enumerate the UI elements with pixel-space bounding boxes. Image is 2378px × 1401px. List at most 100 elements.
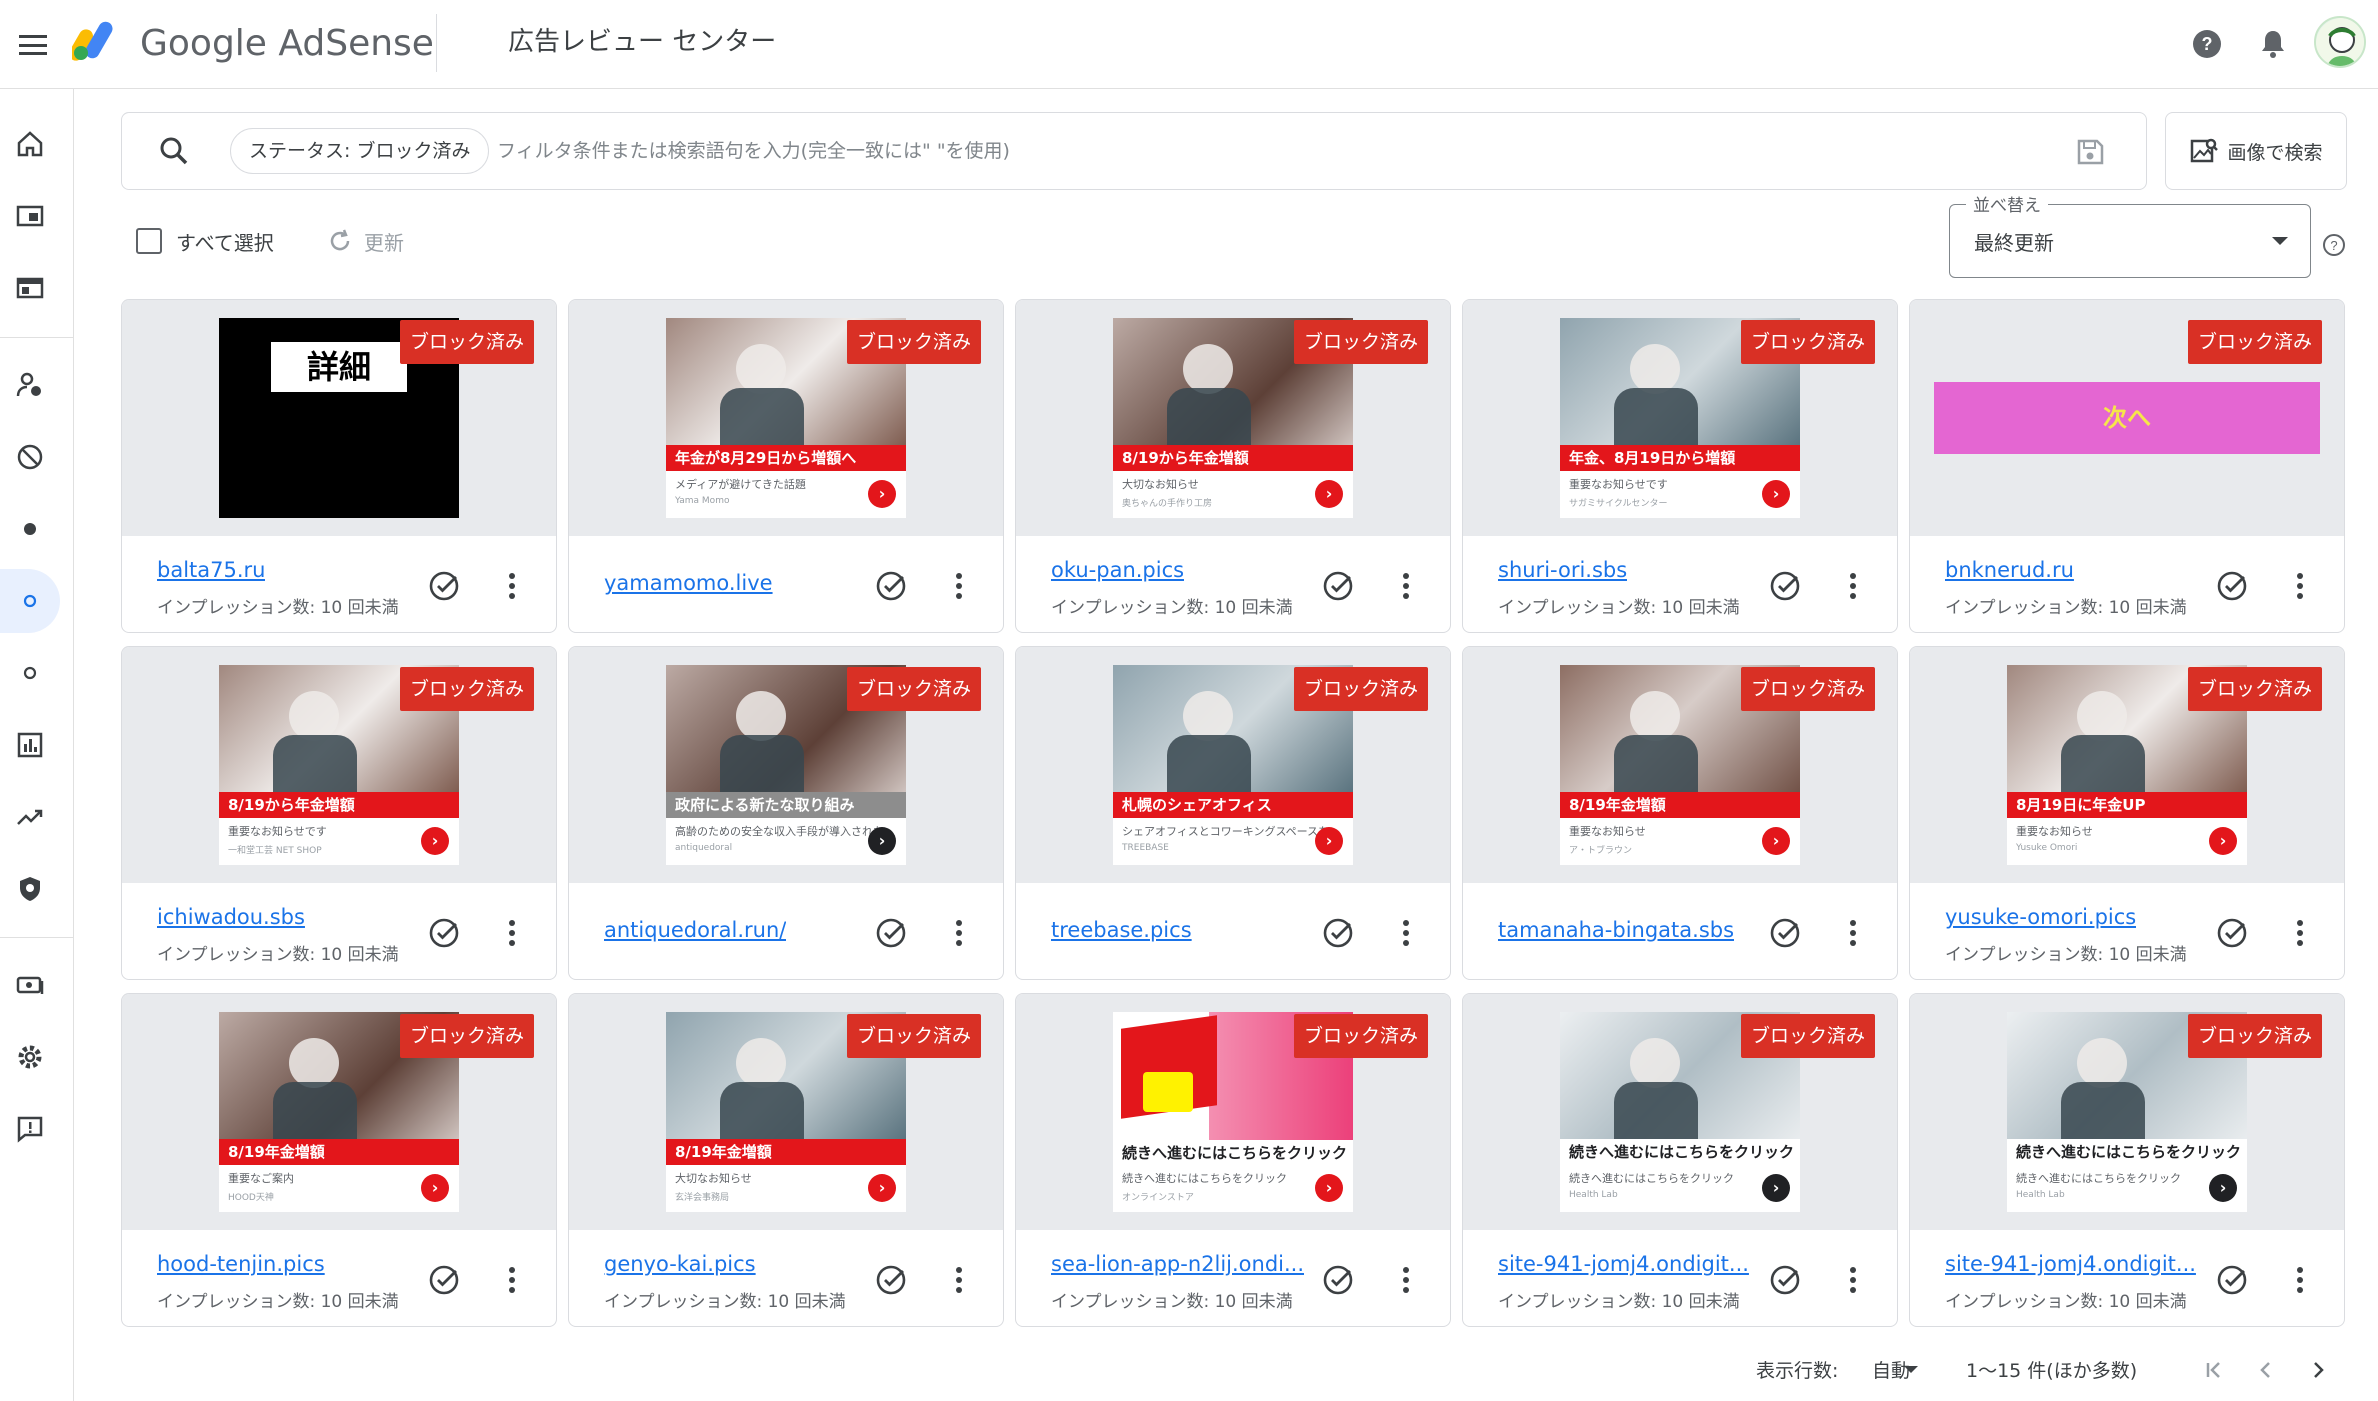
search-input[interactable] xyxy=(497,129,2047,173)
home-icon[interactable] xyxy=(0,112,60,176)
refresh-button[interactable]: 更新 xyxy=(326,221,404,261)
ad-preview[interactable]: 8/19年金増額 重要なご案内 HOOD天神 › ブロック済み xyxy=(122,994,556,1230)
feedback-icon[interactable] xyxy=(0,1097,60,1161)
more-options-icon[interactable] xyxy=(1835,566,1871,606)
more-options-icon[interactable] xyxy=(494,913,530,953)
more-options-icon[interactable] xyxy=(941,566,977,606)
more-options-icon[interactable] xyxy=(1388,913,1424,953)
ad-review-center-icon[interactable] xyxy=(0,569,60,633)
previous-page-icon[interactable] xyxy=(2248,1352,2284,1388)
ad-card[interactable]: 8/19年金増額 重要なお知らせ ア・トブラウン › ブロック済み tamanaha… xyxy=(1462,646,1898,980)
allow-ad-check-icon[interactable] xyxy=(424,913,464,953)
account-avatar[interactable] xyxy=(2314,16,2366,68)
allow-ad-check-icon[interactable] xyxy=(1765,1260,1805,1300)
sites-icon[interactable] xyxy=(0,184,60,248)
ad-card[interactable]: 8月19日に年金UP 重要なお知らせ Yusuke Omori › ブロック済み y… xyxy=(1909,646,2345,980)
more-options-icon[interactable] xyxy=(2282,1260,2318,1300)
reports-icon[interactable] xyxy=(0,713,60,777)
ad-preview[interactable]: 8/19から年金増額 大切なお知らせ 奥ちゃんの手作り工房 › ブロック済み xyxy=(1016,300,1450,536)
ad-preview[interactable]: 8/19年金増額 重要なお知らせ ア・トブラウン › ブロック済み xyxy=(1463,647,1897,883)
ad-preview[interactable]: 続きへ進むにはこちらをクリック 続きへ進むにはこちらをクリック オンラインストア… xyxy=(1016,994,1450,1230)
allow-ad-check-icon[interactable] xyxy=(871,1260,911,1300)
sort-select[interactable]: 並べ替え 最終更新 xyxy=(1949,191,2311,278)
sort-help-icon[interactable]: ? xyxy=(2321,232,2347,258)
ad-card[interactable]: 続きへ進むにはこちらをクリック 続きへ進むにはこちらをクリック Health L… xyxy=(1909,993,2345,1327)
notifications-icon[interactable] xyxy=(2250,21,2296,67)
ad-card[interactable]: 続きへ進むにはこちらをクリック 続きへ進むにはこちらをクリック オンラインストア… xyxy=(1015,993,1451,1327)
status-filter-chip[interactable]: ステータス: ブロック済み xyxy=(230,128,490,174)
ad-preview[interactable]: 詳細 ブロック済み xyxy=(122,300,556,536)
main-menu-icon[interactable] xyxy=(10,22,56,68)
ad-card[interactable]: 続きへ進むにはこちらをクリック 続きへ進むにはこちらをクリック Health L… xyxy=(1462,993,1898,1327)
ad-card[interactable]: 札幌のシェアオフィス シェアオフィスとコワーキングスペースを TREEBASE … xyxy=(1015,646,1451,980)
ad-card[interactable]: 8/19年金増額 重要なご案内 HOOD天神 › ブロック済み hood-tenji… xyxy=(121,993,557,1327)
advertiser-domain-link[interactable]: ichiwadou.sbs xyxy=(157,905,305,929)
save-filter-icon[interactable] xyxy=(2075,137,2105,171)
more-options-icon[interactable] xyxy=(1835,913,1871,953)
allow-ad-check-icon[interactable] xyxy=(1765,566,1805,606)
ad-preview[interactable]: 札幌のシェアオフィス シェアオフィスとコワーキングスペースを TREEBASE … xyxy=(1016,647,1450,883)
advertiser-domain-link[interactable]: antiquedoral.run/ xyxy=(604,918,786,942)
more-options-icon[interactable] xyxy=(494,566,530,606)
ad-card[interactable]: 政府による新たな取り組み 高齢のための安全な収入手段が導入された antique… xyxy=(568,646,1004,980)
advertiser-domain-link[interactable]: genyo-kai.pics xyxy=(604,1252,756,1276)
advertiser-domain-link[interactable]: yusuke-omori.pics xyxy=(1945,905,2136,929)
sensitive-categories-icon[interactable] xyxy=(0,641,60,705)
advertiser-domain-link[interactable]: shuri-ori.sbs xyxy=(1498,558,1627,582)
checkbox[interactable] xyxy=(136,228,162,254)
allow-ad-check-icon[interactable] xyxy=(1318,913,1358,953)
allow-ad-check-icon[interactable] xyxy=(871,913,911,953)
policy-center-icon[interactable] xyxy=(0,857,60,921)
advertiser-domain-link[interactable]: treebase.pics xyxy=(1051,918,1192,942)
ad-card[interactable]: 年金、8月19日から増額 重要なお知らせです サガミサイクルセンター › ブロック… xyxy=(1462,299,1898,633)
advertiser-domain-link[interactable]: hood-tenjin.pics xyxy=(157,1252,325,1276)
advertiser-domain-link[interactable]: tamanaha-bingata.sbs xyxy=(1498,918,1734,942)
ad-preview[interactable]: 政府による新たな取り組み 高齢のための安全な収入手段が導入された antique… xyxy=(569,647,1003,883)
ad-preview[interactable]: 8/19年金増額 大切なお知らせ 玄洋会事務局 › ブロック済み xyxy=(569,994,1003,1230)
more-options-icon[interactable] xyxy=(941,913,977,953)
all-sites-dot-icon[interactable] xyxy=(0,497,60,561)
allow-ad-check-icon[interactable] xyxy=(1318,566,1358,606)
more-options-icon[interactable] xyxy=(1388,1260,1424,1300)
ad-card[interactable]: 8/19年金増額 大切なお知らせ 玄洋会事務局 › ブロック済み genyo-kai… xyxy=(568,993,1004,1327)
more-options-icon[interactable] xyxy=(2282,566,2318,606)
privacy-messaging-icon[interactable] xyxy=(0,353,60,417)
ad-card[interactable]: 次へ ブロック済み bnknerud.ru インプレッション数: 10 回未満 xyxy=(1909,299,2345,633)
advertiser-domain-link[interactable]: balta75.ru xyxy=(157,558,265,582)
ad-preview[interactable]: 年金が8月29日から増額へ メディアが避けてきた話題 Yama Momo › ブロ… xyxy=(569,300,1003,536)
ad-preview[interactable]: 続きへ進むにはこちらをクリック 続きへ進むにはこちらをクリック Health L… xyxy=(1463,994,1897,1230)
image-search-button[interactable]: 画像で検索 xyxy=(2165,112,2347,190)
search-icon[interactable] xyxy=(158,135,190,171)
advertiser-domain-link[interactable]: site-941-jomj4.ondigit... xyxy=(1945,1252,2196,1276)
allow-ad-check-icon[interactable] xyxy=(1318,1260,1358,1300)
ad-card[interactable]: 詳細 ブロック済み balta75.ru インプレッション数: 10 回未満 xyxy=(121,299,557,633)
help-icon[interactable]: ? xyxy=(2184,21,2230,67)
ad-card[interactable]: 年金が8月29日から増額へ メディアが避けてきた話題 Yama Momo › ブロ… xyxy=(568,299,1004,633)
allow-ad-check-icon[interactable] xyxy=(2212,913,2252,953)
ad-preview[interactable]: 年金、8月19日から増額 重要なお知らせです サガミサイクルセンター › ブロック… xyxy=(1463,300,1897,536)
select-all-checkbox[interactable]: すべて選択 xyxy=(136,221,274,261)
advertiser-domain-link[interactable]: yamamomo.live xyxy=(604,571,773,595)
more-options-icon[interactable] xyxy=(2282,913,2318,953)
allow-ad-check-icon[interactable] xyxy=(871,566,911,606)
allow-ad-check-icon[interactable] xyxy=(424,1260,464,1300)
more-options-icon[interactable] xyxy=(494,1260,530,1300)
optimization-icon[interactable] xyxy=(0,785,60,849)
more-options-icon[interactable] xyxy=(1835,1260,1871,1300)
settings-icon[interactable] xyxy=(0,1025,60,1089)
blocking-controls-icon[interactable] xyxy=(0,425,60,489)
advertiser-domain-link[interactable]: bnknerud.ru xyxy=(1945,558,2074,582)
ad-preview[interactable]: 8/19から年金増額 重要なお知らせです 一和堂工芸 NET SHOP › ブロッ… xyxy=(122,647,556,883)
allow-ad-check-icon[interactable] xyxy=(424,566,464,606)
advertiser-domain-link[interactable]: sea-lion-app-n2lij.ondi... xyxy=(1051,1252,1304,1276)
ads-icon[interactable] xyxy=(0,256,60,320)
next-page-icon[interactable] xyxy=(2300,1352,2336,1388)
advertiser-domain-link[interactable]: oku-pan.pics xyxy=(1051,558,1184,582)
allow-ad-check-icon[interactable] xyxy=(1765,913,1805,953)
more-options-icon[interactable] xyxy=(941,1260,977,1300)
ad-preview[interactable]: 8月19日に年金UP 重要なお知らせ Yusuke Omori › ブロック済み xyxy=(1910,647,2344,883)
ad-card[interactable]: 8/19から年金増額 大切なお知らせ 奥ちゃんの手作り工房 › ブロック済み oku… xyxy=(1015,299,1451,633)
allow-ad-check-icon[interactable] xyxy=(2212,566,2252,606)
ad-preview[interactable]: 次へ ブロック済み xyxy=(1910,300,2344,536)
ad-preview[interactable]: 続きへ進むにはこちらをクリック 続きへ進むにはこちらをクリック Health L… xyxy=(1910,994,2344,1230)
